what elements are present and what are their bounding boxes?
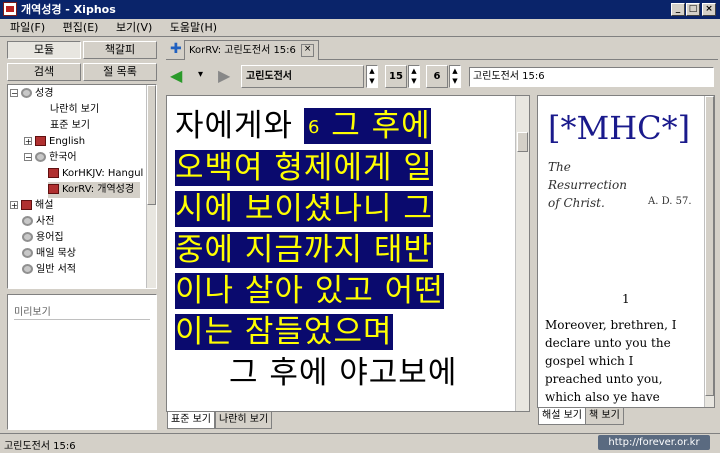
verse-list-button[interactable]: 절 목록	[83, 63, 157, 81]
commentary-body: Moreover, brethren, I declare unto you t…	[545, 318, 677, 404]
book-icon	[35, 136, 46, 146]
book-icon	[48, 184, 59, 194]
commentary-year: A. D. 57.	[648, 196, 692, 207]
gear-icon	[22, 232, 33, 242]
menu-file[interactable]: 파일(F)	[10, 21, 45, 34]
commentary-scroll-thumb[interactable]	[705, 96, 714, 396]
tree-scrollbar[interactable]	[146, 85, 156, 288]
commentary-subtitle: The Resurrection of Christ.	[548, 160, 627, 210]
tree-item-standard-view[interactable]: 표준 보기	[50, 118, 90, 134]
highlighted-verse-line: 시에 보이셨나니 그	[175, 191, 433, 227]
add-tab-icon[interactable]: ✚	[170, 42, 182, 56]
reference-input[interactable]: 고린도전서 15:6	[469, 67, 714, 87]
watermark: http://forever.or.kr	[598, 435, 710, 450]
modules-button[interactable]: 모듈	[7, 41, 81, 59]
status-text: 고린도전서 15:6	[4, 441, 76, 452]
commentary-scrollbar[interactable]	[704, 96, 714, 407]
tree-item-korean[interactable]: − 한국어	[24, 150, 77, 166]
tab-standard-view[interactable]: 표준 보기	[167, 412, 215, 429]
commentary-verse-number: 1	[622, 292, 630, 306]
next-verse-text: 그 후에 야고보에	[229, 355, 458, 391]
verse-text-preceding: 자에게와	[175, 108, 304, 144]
book-icon	[48, 168, 59, 178]
tree-item-glossary[interactable]: 용어집	[22, 230, 64, 246]
tab-parallel-view[interactable]: 나란히 보기	[215, 412, 273, 429]
up-arrow-icon[interactable]: ▲	[450, 66, 460, 76]
gear-icon	[35, 152, 46, 162]
expand-icon[interactable]: +	[10, 201, 18, 210]
verse-number[interactable]: 6	[308, 117, 320, 138]
minimize-button[interactable]: _	[671, 3, 685, 16]
tab-book-view[interactable]: 책 보기	[585, 408, 624, 425]
tree-item-general-books[interactable]: 일반 서적	[22, 262, 76, 278]
tree-scroll-thumb[interactable]	[147, 85, 156, 205]
tree-item-dictionary[interactable]: 사전	[22, 214, 54, 230]
tab-commentary-view[interactable]: 해설 보기	[538, 408, 586, 425]
down-arrow-icon[interactable]: ▼	[367, 76, 377, 86]
tree-item-english[interactable]: + English	[24, 134, 85, 150]
gear-icon	[22, 248, 33, 258]
bible-text: 자에게와 6 그 후에 오백여 형제에게 일 시에 보이셨나니 그 중에 지금까…	[175, 108, 458, 391]
preview-pane: 미리보기	[7, 294, 157, 430]
back-arrow-icon[interactable]: ◀	[170, 68, 182, 84]
verse-spinner[interactable]: ▲ ▼	[449, 65, 461, 88]
expand-icon[interactable]: +	[24, 137, 32, 146]
maximize-button[interactable]: □	[686, 3, 700, 16]
gear-icon	[22, 216, 33, 226]
close-tab-icon[interactable]: ×	[301, 43, 315, 57]
panel-splitter[interactable]	[7, 289, 157, 293]
bible-text-pane[interactable]: 자에게와 6 그 후에 오백여 형제에게 일 시에 보이셨나니 그 중에 지금까…	[166, 95, 530, 412]
close-button[interactable]: ×	[702, 3, 716, 16]
navigation-bar: ◀ ▾ ▶ 고린도전서 ▲ ▼ 15 ▲ ▼ 6 ▲ ▼ 고린도전서 15:6	[166, 62, 718, 91]
menu-help[interactable]: 도움말(H)	[170, 21, 217, 34]
bookmarks-button[interactable]: 책갈피	[83, 41, 157, 59]
highlighted-verse-line: 이나 살아 있고 어떤	[175, 273, 444, 309]
window-title: 개역성경 - Xiphos	[21, 3, 116, 16]
commentary-pane[interactable]: [*MHC*] The Resurrection of Christ. A. D…	[537, 95, 715, 408]
commentary-heading: [*MHC*]	[548, 109, 691, 147]
tree-item-devotional[interactable]: 매일 묵상	[22, 246, 76, 262]
tree-item-korrv-selected[interactable]: KorRV: 개역성경	[48, 182, 141, 198]
verse-field[interactable]: 6	[426, 65, 448, 88]
status-bar: 고린도전서 15:6 http://forever.or.kr	[0, 433, 720, 453]
title-bar: 개역성경 - Xiphos _ □ ×	[0, 0, 720, 19]
forward-arrow-icon: ▶	[218, 66, 231, 85]
preview-divider	[14, 319, 150, 320]
down-arrow-icon[interactable]: ▼	[450, 76, 460, 86]
search-button[interactable]: 검색	[7, 63, 81, 81]
collapse-icon[interactable]: −	[10, 89, 18, 98]
up-arrow-icon[interactable]: ▲	[409, 66, 419, 76]
history-dropdown-icon[interactable]: ▾	[198, 69, 203, 80]
bible-scrollbar[interactable]	[515, 96, 529, 411]
gear-icon	[22, 264, 33, 274]
tab-korrv[interactable]: KorRV: 고린도전서 15:6 ×	[184, 40, 320, 60]
tree-item-bible[interactable]: − 성경	[10, 86, 53, 102]
collapse-icon[interactable]: −	[24, 153, 32, 162]
menu-view[interactable]: 보기(V)	[116, 21, 152, 34]
chapter-field[interactable]: 15	[385, 65, 407, 88]
book-spinner[interactable]: ▲ ▼	[366, 65, 378, 88]
tree-item-parallel-view[interactable]: 나란히 보기	[50, 102, 99, 118]
up-arrow-icon[interactable]: ▲	[367, 66, 377, 76]
menu-edit[interactable]: 편집(E)	[63, 21, 99, 34]
book-select[interactable]: 고린도전서	[241, 65, 364, 88]
book-icon	[21, 200, 32, 210]
tab-strip: ✚ KorRV: 고린도전서 15:6 ×	[166, 40, 718, 60]
menu-bar: 파일(F) 편집(E) 보기(V) 도움말(H)	[0, 19, 720, 36]
highlighted-verse-line: 이는 잠들었으며	[175, 314, 393, 350]
down-arrow-icon[interactable]: ▼	[409, 76, 419, 86]
highlighted-verse-line: 중에 지금까지 태반	[175, 232, 433, 268]
highlighted-verse-line: 오백여 형제에게 일	[175, 150, 433, 186]
module-tree[interactable]: − 성경 나란히 보기 표준 보기 + English − 한국어 KorHKJV: …	[7, 84, 157, 289]
tree-item-korhkjv[interactable]: KorHKJV: Hangul K	[48, 166, 153, 182]
tree-item-commentary[interactable]: + 해설	[10, 198, 53, 214]
menu-divider	[0, 36, 720, 37]
app-icon	[3, 2, 17, 16]
bible-scroll-thumb[interactable]	[517, 132, 528, 152]
gear-icon	[21, 88, 32, 98]
chapter-spinner[interactable]: ▲ ▼	[408, 65, 420, 88]
preview-title: 미리보기	[14, 307, 51, 318]
